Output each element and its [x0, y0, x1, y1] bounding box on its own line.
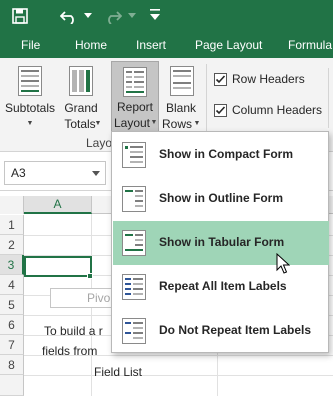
menu-item-label: Repeat All Item Labels: [159, 279, 287, 293]
redo-icon[interactable]: [104, 8, 122, 24]
tab-formulas[interactable]: Formula: [288, 38, 332, 52]
save-icon[interactable]: [12, 8, 28, 24]
chevron-down-icon[interactable]: [92, 171, 100, 177]
row-header-3[interactable]: 3: [0, 255, 24, 275]
blank-rows-button[interactable]: Blank Rows ▼: [161, 62, 203, 134]
menu-item-do-not-repeat-labels[interactable]: Do Not Repeat Item Labels: [113, 309, 329, 353]
undo-dropdown-icon[interactable]: [84, 13, 92, 19]
menu-item-tabular-form[interactable]: Show in Tabular Form: [113, 221, 329, 265]
pivot-info-line-1: To build a r: [44, 324, 103, 338]
title-bar: [0, 0, 333, 32]
subtotals-label: Subtotals: [4, 101, 56, 115]
menu-item-compact-form[interactable]: Show in Compact Form: [113, 133, 329, 177]
report-layout-label-2: Layout: [113, 116, 151, 130]
layout-group-label: Layo: [86, 136, 113, 150]
chevron-down-icon: ▼: [26, 120, 34, 127]
ribbon-tabs: [0, 32, 333, 58]
menu-item-outline-form[interactable]: Show in Outline Form: [113, 177, 329, 221]
menu-item-label: Do Not Repeat Item Labels: [159, 323, 312, 337]
menu-item-label: Show in Compact Form: [159, 147, 294, 161]
chevron-down-icon: ▼: [193, 120, 201, 127]
pivot-info-line-3: Field List: [94, 365, 143, 379]
report-layout-button[interactable]: Report Layout ▼: [111, 61, 159, 132]
tab-page-layout[interactable]: Page Layout: [195, 38, 262, 52]
tab-file[interactable]: File: [21, 38, 40, 52]
checkbox-checked-icon: [214, 73, 227, 86]
menu-item-label: Show in Outline Form: [159, 191, 283, 205]
name-box-value: A3: [11, 166, 26, 180]
no-repeat-labels-icon: [122, 318, 146, 344]
checkbox-checked-icon: [214, 104, 227, 117]
row-header-4[interactable]: 4: [0, 275, 24, 295]
compact-form-icon: [122, 142, 146, 168]
active-cell-a3[interactable]: [24, 256, 92, 277]
pivottable-placeholder[interactable]: Pivo: [50, 288, 114, 308]
subtotals-button[interactable]: Subtotals ▼: [4, 62, 56, 134]
column-header-a[interactable]: A: [24, 196, 92, 214]
column-headers-checkbox[interactable]: Column Headers: [214, 103, 333, 121]
name-box[interactable]: A3: [4, 161, 106, 185]
gridline: [24, 375, 333, 376]
report-layout-menu: Show in Compact Form Show in Outline For…: [111, 131, 329, 353]
menu-item-label: Show in Tabular Form: [159, 235, 285, 249]
redo-dropdown-icon[interactable]: [128, 13, 136, 19]
report-layout-label-1: Report: [116, 100, 154, 114]
undo-icon[interactable]: [60, 8, 78, 24]
row-headers-checkbox[interactable]: Row Headers: [214, 72, 333, 90]
select-all-corner[interactable]: [0, 196, 24, 214]
subtotals-icon: [18, 66, 42, 96]
report-layout-icon: [123, 67, 147, 97]
tab-home[interactable]: Home: [75, 38, 107, 52]
row-header-8[interactable]: 8: [0, 355, 24, 375]
pivottable-placeholder-text: Pivo: [87, 291, 111, 305]
mouse-pointer-icon: [276, 253, 290, 274]
blank-rows-icon: [170, 66, 194, 96]
row-headers-label: Row Headers: [232, 72, 305, 86]
group-separator: [328, 68, 329, 128]
chevron-down-icon: ▼: [150, 119, 158, 126]
row-header-7[interactable]: 7: [0, 335, 24, 355]
tabular-form-icon: [122, 230, 146, 256]
tab-insert[interactable]: Insert: [136, 38, 166, 52]
row-header-2[interactable]: 2: [0, 235, 24, 255]
blank-rows-label-1: Blank: [165, 101, 197, 115]
chevron-down-icon: ▼: [94, 120, 102, 127]
row-header-1[interactable]: 1: [0, 215, 24, 235]
blank-rows-label-2: Rows: [161, 117, 192, 131]
column-headers-label: Column Headers: [232, 103, 323, 117]
grand-totals-button[interactable]: Grand Totals ▼: [58, 62, 104, 134]
row-header-5[interactable]: 5: [0, 295, 24, 315]
row-header-6[interactable]: 6: [0, 315, 24, 335]
row-header-9[interactable]: [0, 375, 24, 396]
customize-toolbar-icon[interactable]: [150, 9, 160, 21]
grand-totals-label-1: Grand: [64, 101, 98, 115]
menu-item-repeat-all-labels[interactable]: Repeat All Item Labels: [113, 265, 329, 309]
outline-form-icon: [122, 186, 146, 212]
pivot-info-line-2: fields from: [42, 344, 98, 358]
fill-handle[interactable]: [87, 273, 93, 279]
gridline: [217, 353, 218, 396]
repeat-labels-icon: [122, 274, 146, 300]
grand-totals-icon: [69, 66, 93, 96]
